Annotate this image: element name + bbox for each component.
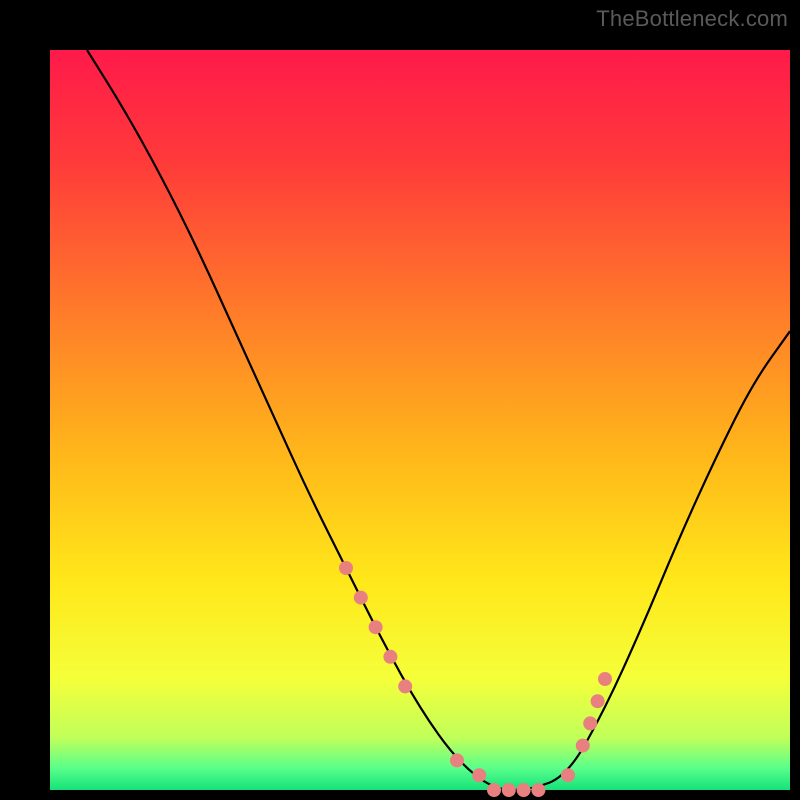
chart-svg — [50, 50, 790, 790]
highlight-marker — [354, 591, 368, 605]
highlight-marker — [369, 620, 383, 634]
chart-frame — [20, 20, 780, 780]
highlight-marker — [502, 783, 516, 797]
highlight-marker — [531, 783, 545, 797]
highlight-marker — [583, 716, 597, 730]
highlight-marker — [487, 783, 501, 797]
highlight-marker — [598, 672, 612, 686]
highlight-marker — [398, 679, 412, 693]
highlight-marker — [339, 561, 353, 575]
highlight-marker — [472, 768, 486, 782]
highlight-marker — [383, 650, 397, 664]
highlight-marker — [450, 753, 464, 767]
highlight-marker — [517, 783, 531, 797]
highlight-marker — [561, 768, 575, 782]
highlight-marker — [576, 739, 590, 753]
gradient-background — [50, 50, 790, 790]
highlight-marker — [591, 694, 605, 708]
watermark-text: TheBottleneck.com — [596, 6, 788, 32]
